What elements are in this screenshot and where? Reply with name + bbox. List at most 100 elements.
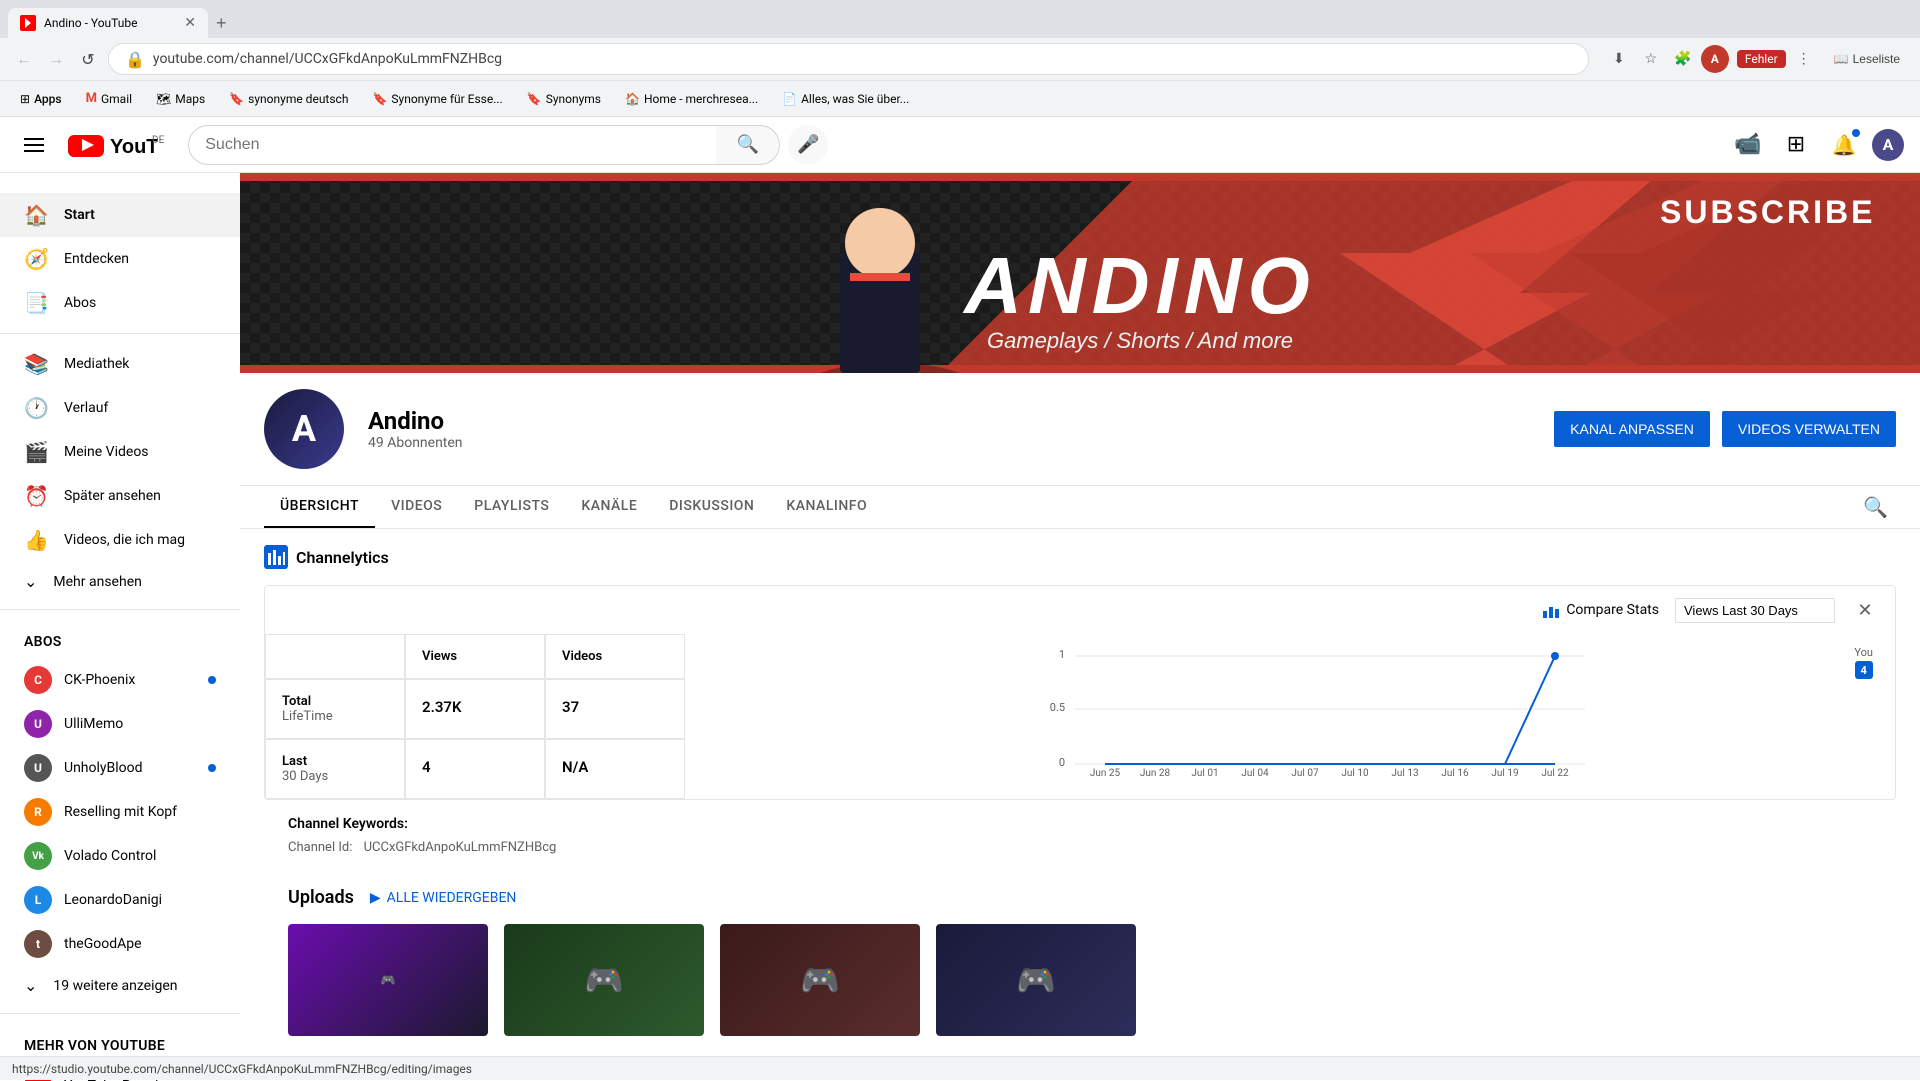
sidebar-channel-goodape[interactable]: t theGoodApe — [0, 922, 240, 966]
browser-actions: ⬇ ☆ 🧩 A Fehler ⋮ — [1605, 45, 1818, 73]
play-all-button[interactable]: ▶ ALLE WIEDERGEBEN — [370, 890, 517, 906]
home-icon: 🏠 — [625, 92, 640, 106]
tab-kanalinfo[interactable]: KANALINFO — [770, 486, 883, 528]
sidebar-channel-volado[interactable]: Vk Volado Control — [0, 834, 240, 878]
unread-dot-unholy — [208, 764, 216, 772]
gmail-icon: M — [86, 91, 97, 106]
menu-button[interactable] — [16, 130, 52, 160]
bookmark-star-button[interactable]: ☆ — [1637, 45, 1665, 73]
svg-text:0.5: 0.5 — [1050, 701, 1065, 714]
channel-avatar-reselling: R — [24, 798, 52, 826]
header-actions: 📹 ⊞ 🔔 A — [1728, 125, 1904, 165]
search-button[interactable]: 🔍 — [716, 125, 780, 165]
uploads-header: Uploads ▶ ALLE WIEDERGEBEN — [288, 887, 1872, 908]
create-video-button[interactable]: 📹 — [1728, 125, 1768, 165]
sidebar-item-spaeter[interactable]: ⏰ Später ansehen — [0, 474, 240, 518]
video-thumb-4[interactable]: 🎮 — [936, 924, 1136, 1036]
sidebar-channel-ck-phoenix[interactable]: C CK-Phoenix — [0, 658, 240, 702]
leseliste-button[interactable]: 📖 Leseliste — [1826, 48, 1908, 70]
user-avatar[interactable]: A — [1872, 129, 1904, 161]
sidebar-item-verlauf[interactable]: 🕐 Verlauf — [0, 386, 240, 430]
tab-videos[interactable]: VIDEOS — [375, 486, 458, 528]
hamburger-line — [24, 144, 44, 146]
bookmark-synonyme2[interactable]: 🔖 Synonyme für Esse... — [364, 90, 510, 108]
tab-ubersicht[interactable]: ÜBERSICHT — [264, 486, 375, 528]
bookmark-alles[interactable]: 📄 Alles, was Sie über... — [774, 90, 917, 108]
channel-avatar-leonardo: L — [24, 886, 52, 914]
mehr-ansehen-button[interactable]: ⌄ Mehr ansehen — [0, 562, 240, 601]
tab-playlists[interactable]: PLAYLISTS — [458, 486, 565, 528]
youtube-apps-button[interactable]: ⊞ — [1776, 125, 1816, 165]
youtube-logo[interactable]: YouTube DE — [68, 131, 164, 159]
svg-text:Jul 04: Jul 04 — [1241, 768, 1269, 776]
sidebar-item-meine-videos[interactable]: 🎬 Meine Videos — [0, 430, 240, 474]
voice-search-button[interactable]: 🎤 — [788, 125, 828, 165]
close-widget-button[interactable]: ✕ — [1851, 596, 1879, 624]
sidebar-channel-leonardo[interactable]: L LeonardoDanigi — [0, 878, 240, 922]
bookmark-maps[interactable]: 🗺 Maps — [148, 90, 213, 108]
bookmark-apps[interactable]: ⊞ Apps — [12, 90, 70, 108]
svg-text:YouTube: YouTube — [110, 136, 158, 158]
tab-search-button[interactable]: 🔍 — [1855, 486, 1896, 528]
video-thumb-2[interactable]: 🎮 — [504, 924, 704, 1036]
sidebar-channel-reselling[interactable]: R Reselling mit Kopf — [0, 790, 240, 834]
tab-bar: Andino - YouTube ✕ + — [0, 0, 1920, 38]
sidebar-channel-unholy[interactable]: U UnholyBlood — [0, 746, 240, 790]
bookmark-home[interactable]: 🏠 Home - merchresea... — [617, 90, 766, 108]
synonyme-icon: 🔖 — [229, 92, 244, 106]
download-button[interactable]: ⬇ — [1605, 45, 1633, 73]
active-tab[interactable]: Andino - YouTube ✕ — [8, 8, 208, 38]
sidebar-channel-ullimemo[interactable]: U UlliMemo — [0, 702, 240, 746]
bookmark-synonyms[interactable]: 🔖 Synonyms — [519, 90, 609, 108]
channelytics-logo — [264, 545, 288, 569]
channel-tabs: ÜBERSICHT VIDEOS PLAYLISTS KANÄLE DISKUS… — [240, 486, 1920, 529]
kanal-anpassen-button[interactable]: KANAL ANPASSEN — [1554, 411, 1710, 447]
library-icon: 📚 — [24, 352, 48, 376]
views-dropdown[interactable]: Views Last 30 Days Views Last 7 Days Vie… — [1675, 598, 1835, 623]
notifications-button[interactable]: 🔔 — [1824, 125, 1864, 165]
status-bar: https://studio.youtube.com/channel/UCCxG… — [0, 1056, 1920, 1080]
channel-meta: Andino 49 Abonnenten — [368, 407, 1530, 451]
lifetime-label: LifeTime — [282, 709, 388, 724]
videos-verwalten-button[interactable]: VIDEOS VERWALTEN — [1722, 411, 1896, 447]
profile-button[interactable]: A — [1701, 45, 1729, 73]
sidebar-item-mediathek[interactable]: 📚 Mediathek — [0, 342, 240, 386]
channel-avatar-ulli: U — [24, 710, 52, 738]
fehler-button[interactable]: Fehler — [1737, 50, 1786, 68]
synonyms-icon: 🔖 — [527, 92, 542, 106]
thumb-image-2: 🎮 — [504, 924, 704, 1036]
more-options-button[interactable]: ⋮ — [1790, 45, 1818, 73]
refresh-button[interactable]: ↺ — [76, 47, 100, 71]
channel-name: Andino — [368, 407, 1530, 435]
bookmark-gmail[interactable]: M Gmail — [78, 89, 140, 108]
compare-stats-control: Compare Stats — [1542, 601, 1659, 619]
stats-chart: You 4 1 0.5 0 — [745, 634, 1895, 799]
svg-text:Jul 22: Jul 22 — [1541, 768, 1569, 776]
show-more-subs-button[interactable]: ⌄ 19 weitere anzeigen — [0, 966, 240, 1005]
sidebar-nav-section: 🏠 Start 🧭 Entdecken 📑 Abos — [0, 185, 240, 334]
status-url: https://studio.youtube.com/channel/UCCxG… — [12, 1062, 472, 1076]
compare-stats-label: Compare Stats — [1566, 602, 1659, 618]
tab-kanale[interactable]: KANÄLE — [565, 486, 653, 528]
search-input[interactable] — [188, 125, 716, 165]
video-thumb-1[interactable]: 🎮 — [288, 924, 488, 1036]
video-thumb-3[interactable]: 🎮 — [720, 924, 920, 1036]
sidebar-item-start[interactable]: 🏠 Start — [0, 193, 240, 237]
channel-avatar-ck: C — [24, 666, 52, 694]
sidebar-item-abos[interactable]: 📑 Abos — [0, 281, 240, 325]
bookmark-synonyme[interactable]: 🔖 synonyme deutsch — [221, 90, 356, 108]
video-thumbnails: 🎮 🎮 🎮 — [288, 924, 1872, 1036]
tab-close-button[interactable]: ✕ — [184, 15, 196, 31]
forward-button[interactable]: → — [44, 47, 68, 71]
new-tab-button[interactable]: + — [208, 9, 235, 38]
url-bar[interactable]: 🔒 youtube.com/channel/UCCxGFkdAnpoKuLmmF… — [108, 43, 1589, 75]
unread-dot — [208, 676, 216, 684]
sidebar-item-liked[interactable]: 👍 Videos, die ich mag — [0, 518, 240, 562]
keywords-label: Channel Keywords: — [288, 816, 1872, 832]
sidebar-item-entdecken[interactable]: 🧭 Entdecken — [0, 237, 240, 281]
extensions-button[interactable]: 🧩 — [1669, 45, 1697, 73]
chart-wrapper: You 4 1 0.5 0 — [745, 634, 1895, 798]
tab-diskussion[interactable]: DISKUSSION — [653, 486, 770, 528]
sidebar-abos-section: ABOS C CK-Phoenix U UlliMemo U UnholyBlo… — [0, 610, 240, 1014]
back-button[interactable]: ← — [12, 47, 36, 71]
